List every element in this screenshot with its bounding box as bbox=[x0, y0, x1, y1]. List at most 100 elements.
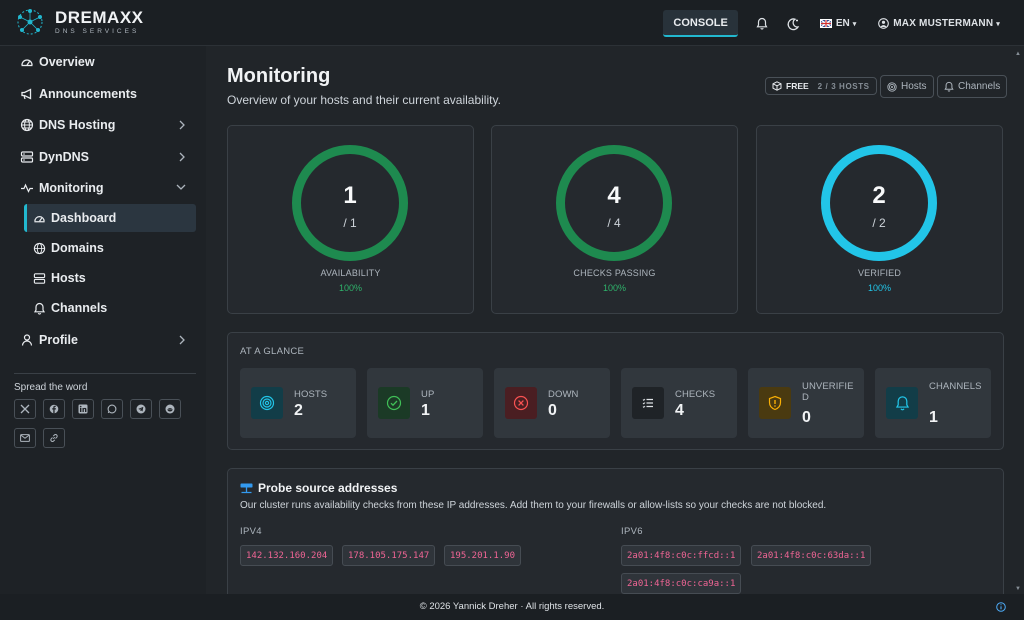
glance-tile-up[interactable]: UP 1 bbox=[367, 368, 483, 438]
ipv4-address[interactable]: 178.105.175.147 bbox=[342, 545, 436, 566]
channels-button[interactable]: Channels bbox=[937, 75, 1008, 98]
tile-label: HOSTS bbox=[294, 389, 328, 400]
sidebar-item-label: Announcements bbox=[39, 87, 137, 101]
sidebar-item-label: Hosts bbox=[51, 271, 86, 285]
ring-value: 2 bbox=[872, 182, 886, 209]
top-navbar: DREMAXX DNS SERVICES CONSOLE EN ▾ MAX MU… bbox=[0, 0, 1024, 46]
glance-tile-checks[interactable]: CHECKS 4 bbox=[621, 368, 737, 438]
brand-name: DREMAXX bbox=[55, 8, 144, 27]
sidebar-item-hosts[interactable]: Hosts bbox=[24, 264, 196, 292]
share-facebook-icon[interactable] bbox=[43, 399, 65, 419]
tile-label: UP bbox=[421, 389, 435, 400]
chevron-right-icon bbox=[178, 120, 186, 130]
channels-button-label: Channels bbox=[958, 81, 1001, 92]
sidebar-item-label: DNS Hosting bbox=[39, 118, 116, 132]
uk-flag-icon bbox=[819, 19, 832, 28]
main-content: Monitoring Overview of your hosts and th… bbox=[206, 46, 1016, 594]
target-icon bbox=[251, 387, 283, 419]
share-linkedin-icon[interactable] bbox=[72, 399, 94, 419]
ipv4-address[interactable]: 142.132.160.204 bbox=[240, 545, 334, 566]
network-logo-icon bbox=[16, 8, 44, 36]
verified-card: 2 / 2 VERIFIED 100% bbox=[756, 125, 1003, 314]
info-icon[interactable] bbox=[996, 602, 1006, 612]
stat-percent: 100% bbox=[338, 283, 363, 293]
sidebar-divider bbox=[14, 373, 196, 374]
availability-ring: 1 / 1 bbox=[292, 145, 408, 261]
notifications-bell-icon[interactable] bbox=[756, 17, 768, 30]
plan-name: FREE bbox=[786, 81, 809, 91]
stat-percent: 100% bbox=[602, 283, 627, 293]
server-icon bbox=[33, 272, 46, 285]
share-x-icon[interactable] bbox=[14, 399, 36, 419]
glance-tile-unverified[interactable]: UNVERIFIED 0 bbox=[748, 368, 864, 438]
globe-icon bbox=[20, 118, 34, 132]
ipv6-label: IPV6 bbox=[621, 526, 643, 537]
sidebar-item-dyndns[interactable]: DynDNS bbox=[20, 147, 192, 167]
probe-addresses-panel: Probe source addresses Our cluster runs … bbox=[227, 468, 1004, 594]
target-icon bbox=[887, 81, 897, 92]
brand-logo[interactable]: DREMAXX DNS SERVICES bbox=[16, 8, 144, 36]
tile-label: CHECKS bbox=[675, 389, 716, 400]
sidebar-item-dns-hosting[interactable]: DNS Hosting bbox=[20, 115, 192, 135]
sidebar-item-domains[interactable]: Domains bbox=[24, 234, 196, 262]
theme-moon-icon[interactable] bbox=[786, 17, 800, 31]
language-selector[interactable]: EN ▾ bbox=[819, 18, 856, 29]
sidebar-item-dashboard[interactable]: Dashboard bbox=[24, 204, 196, 232]
ipv4-address[interactable]: 195.201.1.90 bbox=[444, 545, 522, 566]
person-icon bbox=[20, 333, 34, 347]
sidebar-item-label: Profile bbox=[39, 333, 78, 347]
sidebar-item-announcements[interactable]: Announcements bbox=[20, 84, 192, 104]
user-circle-icon bbox=[878, 18, 890, 29]
glance-tile-down[interactable]: DOWN 0 bbox=[494, 368, 610, 438]
copyright-text: © 2026 Yannick Dreher · All rights reser… bbox=[419, 601, 605, 612]
chevron-right-icon bbox=[178, 152, 186, 162]
shield-alert-icon bbox=[759, 387, 791, 419]
server-icon bbox=[20, 150, 34, 164]
brand-subtitle: DNS SERVICES bbox=[55, 28, 140, 35]
spread-the-word-label: Spread the word bbox=[14, 382, 88, 393]
language-label: EN bbox=[835, 18, 850, 29]
ring-total: / 2 bbox=[872, 216, 886, 230]
sidebar-item-channels[interactable]: Channels bbox=[24, 294, 196, 322]
plan-badge: FREE 2 / 3 HOSTS bbox=[765, 77, 877, 95]
hosts-button-label: Hosts bbox=[901, 81, 927, 92]
probe-title-text: Probe source addresses bbox=[258, 481, 398, 495]
ipv6-address[interactable]: 2a01:4f8:c0c:63da::1 bbox=[751, 545, 872, 566]
sidebar-item-label: Monitoring bbox=[39, 181, 104, 195]
scrollbar-down-arrow[interactable]: ▼ bbox=[1015, 586, 1021, 592]
gauge-icon bbox=[20, 55, 34, 69]
share-telegram-icon[interactable] bbox=[130, 399, 152, 419]
bell-icon bbox=[886, 387, 918, 419]
sidebar-item-monitoring[interactable]: Monitoring bbox=[20, 178, 192, 198]
share-reddit-icon[interactable] bbox=[159, 399, 181, 419]
user-name: MAX MUSTERMANN bbox=[893, 18, 994, 29]
sidebar-item-overview[interactable]: Overview bbox=[20, 52, 192, 72]
checks-ring: 4 / 4 bbox=[556, 145, 672, 261]
tile-value: 0 bbox=[548, 402, 557, 419]
sidebar: Overview Announcements DNS Hosting DynDN… bbox=[0, 46, 206, 594]
console-button[interactable]: CONSOLE bbox=[663, 10, 738, 37]
availability-card: 1 / 1 AVAILABILITY 100% bbox=[227, 125, 474, 314]
x-circle-icon bbox=[505, 387, 537, 419]
chevron-down-icon: ▾ bbox=[996, 20, 1000, 28]
ipv6-address[interactable]: 2a01:4f8:c0c:ca9a::1 bbox=[621, 573, 742, 594]
glance-tile-channels[interactable]: CHANNELS 1 bbox=[875, 368, 991, 438]
sidebar-item-label: DynDNS bbox=[39, 150, 90, 164]
checklist-icon bbox=[632, 387, 664, 419]
share-mail-icon[interactable] bbox=[14, 428, 36, 448]
plan-usage: 2 / 3 HOSTS bbox=[817, 81, 870, 91]
share-whatsapp-icon[interactable] bbox=[101, 399, 123, 419]
sidebar-item-label: Domains bbox=[51, 241, 104, 255]
stat-label: CHECKS PASSING bbox=[573, 268, 656, 278]
at-a-glance-panel: AT A GLANCE HOSTS 2 UP 1 DOWN 0 CHECKS 4… bbox=[227, 332, 1004, 450]
user-menu[interactable]: MAX MUSTERMANN ▾ bbox=[878, 18, 1000, 29]
stat-percent: 100% bbox=[867, 283, 892, 293]
hosts-button[interactable]: Hosts bbox=[880, 75, 934, 98]
sidebar-item-profile[interactable]: Profile bbox=[20, 330, 192, 350]
glance-tile-hosts[interactable]: HOSTS 2 bbox=[240, 368, 356, 438]
ipv6-address[interactable]: 2a01:4f8:c0c:ffcd::1 bbox=[621, 545, 742, 566]
ring-total: / 4 bbox=[607, 216, 621, 230]
share-link-icon[interactable] bbox=[43, 428, 65, 448]
scrollbar-up-arrow[interactable]: ▲ bbox=[1015, 51, 1021, 57]
stat-label: VERIFIED bbox=[857, 268, 902, 278]
